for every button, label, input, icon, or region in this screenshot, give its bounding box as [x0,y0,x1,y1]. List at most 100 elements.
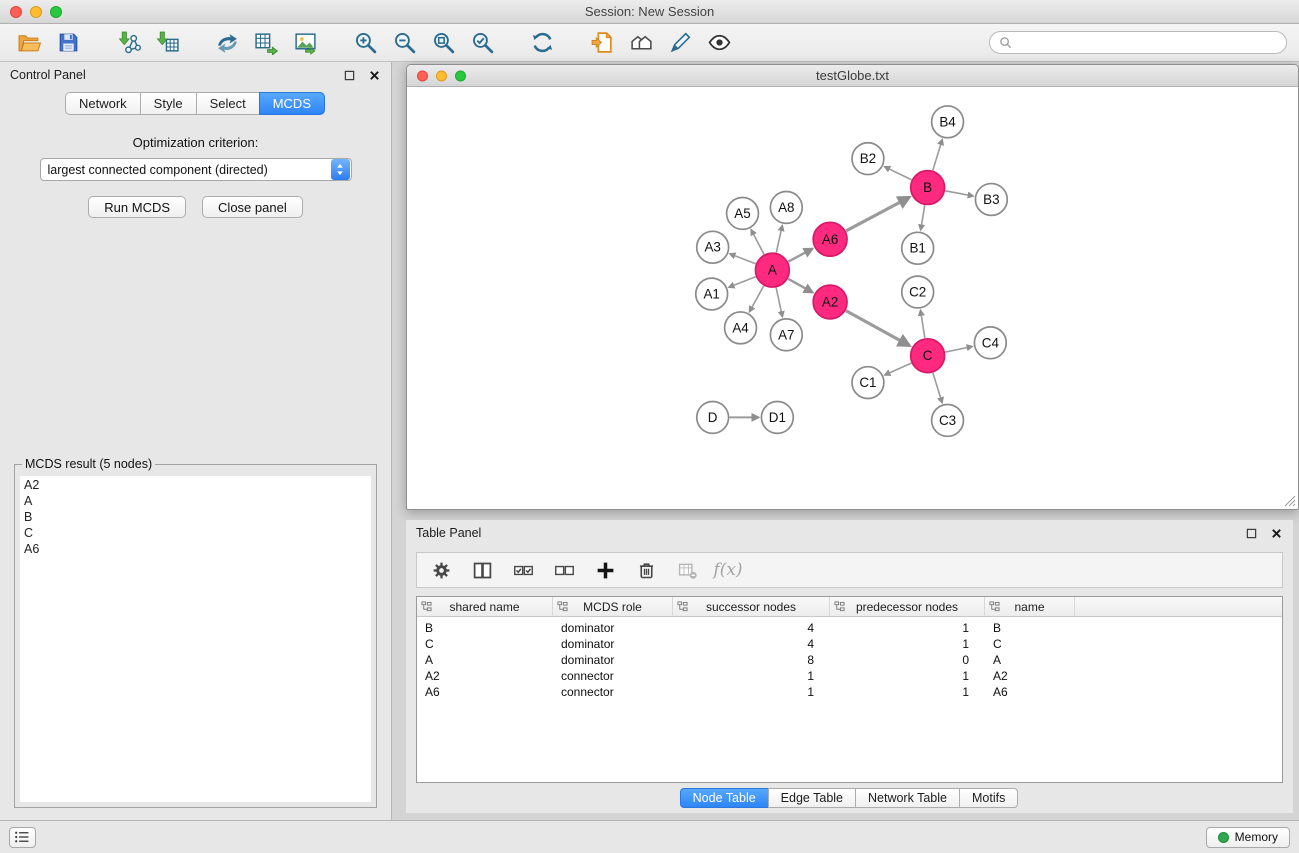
network-canvas[interactable]: AA1A2A3A4A5A6A7A8BB1B2B3B4CC1C2C3C4DD1 [408,88,1297,508]
resize-grip-icon[interactable] [1283,494,1296,507]
table-row[interactable]: Adominator80A [417,652,1282,668]
graph-node-B4[interactable]: B4 [932,106,964,138]
result-item[interactable]: B [24,509,367,525]
minimize-network-window-button[interactable] [436,70,447,81]
run-mcds-button[interactable]: Run MCDS [88,196,186,218]
graph-node-C3[interactable]: C3 [932,404,964,436]
delete-column-button[interactable] [632,557,660,583]
graph-edge-A-A6[interactable] [788,249,812,262]
tab-node-table[interactable]: Node Table [680,788,769,808]
table-row[interactable]: A6connector11A6 [417,684,1282,700]
graph-edge-A2-C[interactable] [846,311,910,346]
column-header-successor-nodes[interactable]: successor nodes [673,597,830,616]
optimization-criterion-select[interactable]: largest connected component (directed) [40,158,352,181]
result-item[interactable]: A [24,493,367,509]
column-header-shared-name[interactable]: shared name [417,597,553,616]
tab-style[interactable]: Style [140,92,197,115]
function-builder-button[interactable]: f(x) [714,557,742,583]
graph-node-A6[interactable]: A6 [813,222,847,256]
graph-node-C[interactable]: C [911,339,945,373]
graph-edge-A-A2[interactable] [788,279,812,293]
document-import-button[interactable] [585,28,619,58]
result-item[interactable]: A6 [24,541,367,557]
graph-edge-A-A4[interactable] [749,286,763,312]
table-row[interactable]: Bdominator41B [417,620,1282,636]
zoom-fit-button[interactable] [426,28,460,58]
close-window-button[interactable] [10,6,22,18]
graph-edge-B-B2[interactable] [884,167,911,180]
minimize-window-button[interactable] [30,6,42,18]
graph-edge-B-B1[interactable] [921,205,925,230]
tab-motifs[interactable]: Motifs [959,788,1018,808]
graph-node-A3[interactable]: A3 [697,231,729,263]
graph-edge-C-C3[interactable] [933,373,942,403]
graph-edge-A-A3[interactable] [730,254,756,264]
zoom-network-window-button[interactable] [455,70,466,81]
graph-edge-B-B4[interactable] [933,139,942,170]
close-panel-button[interactable] [367,68,381,82]
graph-edge-C-C4[interactable] [945,346,972,352]
graph-edge-A6-B[interactable] [846,197,909,231]
graph-node-A2[interactable]: A2 [813,285,847,319]
graph-edge-C-C1[interactable] [885,363,912,375]
close-table-panel-button[interactable] [1269,526,1283,540]
close-panel-button-2[interactable]: Close panel [202,196,303,218]
column-settings-button[interactable] [427,557,455,583]
graph-node-A4[interactable]: A4 [725,312,757,344]
delete-table-button[interactable] [673,557,701,583]
split-table-button[interactable] [468,557,496,583]
tab-edge-table[interactable]: Edge Table [768,788,856,808]
graph-node-C1[interactable]: C1 [852,367,884,399]
table-row[interactable]: A2connector11A2 [417,668,1282,684]
export-table-button[interactable] [249,28,283,58]
column-header-predecessor-nodes[interactable]: predecessor nodes [830,597,985,616]
save-session-button[interactable] [51,28,85,58]
graph-node-A7[interactable]: A7 [770,319,802,351]
graph-node-A1[interactable]: A1 [696,278,728,310]
graph-node-D1[interactable]: D1 [761,402,793,434]
graph-node-B3[interactable]: B3 [975,184,1007,216]
open-session-button[interactable] [12,28,46,58]
export-image-button[interactable] [288,28,322,58]
graph-node-B2[interactable]: B2 [852,143,884,175]
result-item[interactable]: C [24,525,367,541]
zoom-window-button[interactable] [50,6,62,18]
export-network-button[interactable] [210,28,244,58]
search-input[interactable] [1017,36,1277,50]
float-table-panel-button[interactable] [1244,526,1258,540]
column-header-name[interactable]: name [985,597,1075,616]
graph-node-D[interactable]: D [697,402,729,434]
graph-node-C2[interactable]: C2 [902,276,934,308]
show-panels-button[interactable] [9,827,36,848]
tab-network[interactable]: Network [65,92,141,115]
add-column-button[interactable] [591,557,619,583]
deselect-all-button[interactable] [550,557,578,583]
graph-edge-B-B3[interactable] [945,191,973,196]
import-network-button[interactable] [111,28,145,58]
select-all-button[interactable] [509,557,537,583]
mcds-result-list[interactable]: A2ABCA6 [20,476,371,802]
graph-node-B1[interactable]: B1 [902,232,934,264]
tab-network-table[interactable]: Network Table [855,788,960,808]
float-panel-button[interactable] [342,68,356,82]
zoom-in-button[interactable] [348,28,382,58]
double-home-button[interactable] [624,28,658,58]
graph-node-C4[interactable]: C4 [974,327,1006,359]
result-item[interactable]: A2 [24,477,367,493]
graph-node-A[interactable]: A [755,253,789,287]
graph-node-A5[interactable]: A5 [727,197,759,229]
import-table-button[interactable] [150,28,184,58]
column-header-MCDS-role[interactable]: MCDS role [553,597,673,616]
zoom-out-button[interactable] [387,28,421,58]
table-row[interactable]: Cdominator41C [417,636,1282,652]
eye-button[interactable] [702,28,736,58]
search-field[interactable] [989,31,1287,54]
graph-edge-C-C2[interactable] [920,310,924,338]
graph-edge-A-A7[interactable] [776,288,782,317]
zoom-selected-button[interactable] [465,28,499,58]
memory-button[interactable]: Memory [1206,827,1290,848]
refresh-layout-button[interactable] [525,28,559,58]
close-network-window-button[interactable] [417,70,428,81]
graph-edge-A-A1[interactable] [729,277,756,288]
tab-mcds[interactable]: MCDS [259,92,325,115]
